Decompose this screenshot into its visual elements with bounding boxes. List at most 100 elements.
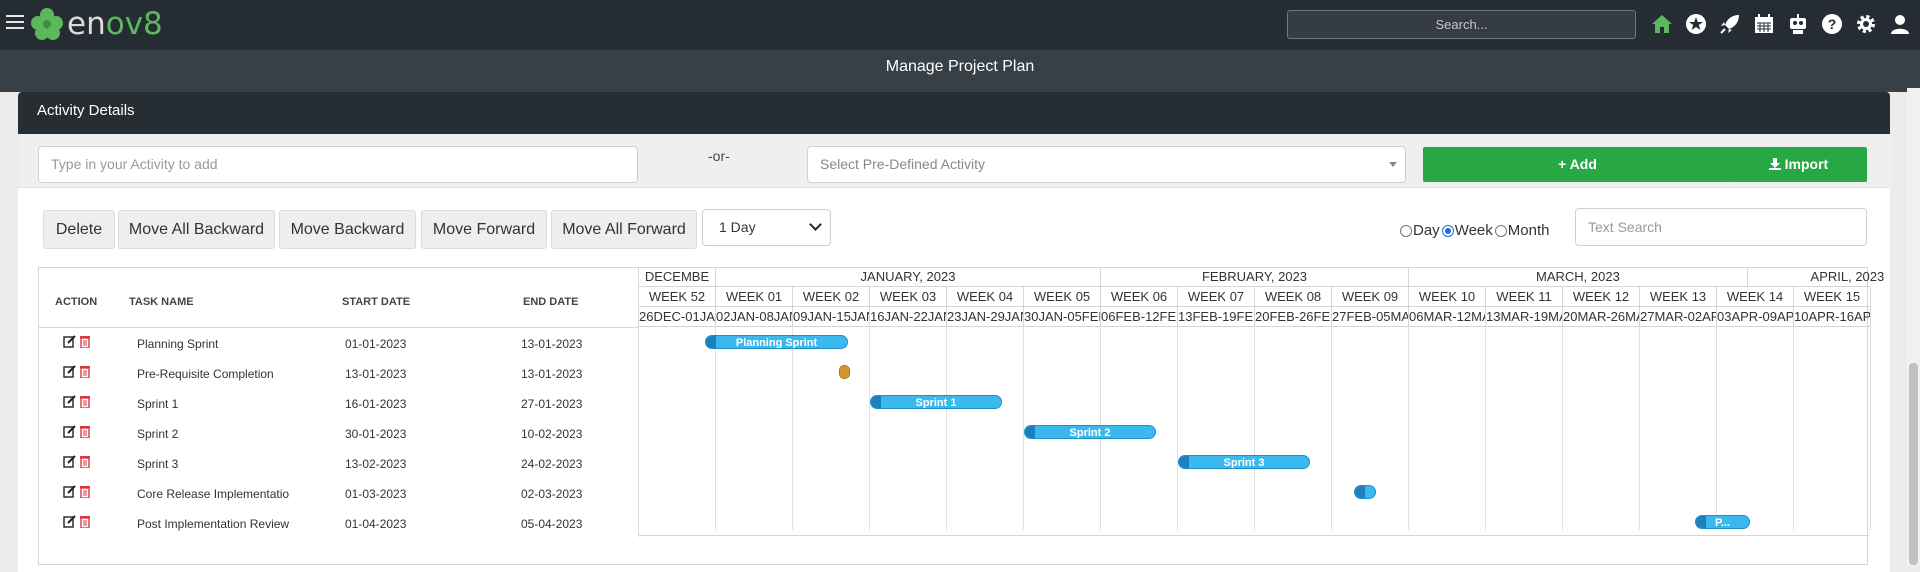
bar-progress (1696, 516, 1706, 528)
home-icon[interactable] (1650, 12, 1674, 36)
move-backward-button[interactable]: Move Backward (279, 210, 416, 249)
page-scrollbar[interactable] (1907, 88, 1920, 565)
table-row[interactable]: Pre-Requisite Completion 13-01-2023 13-01-… (38, 358, 637, 388)
table-row[interactable]: Sprint 3 13-02-2023 24-02-2023 (38, 448, 637, 478)
download-icon (1768, 158, 1781, 170)
start-date-cell: 01-04-2023 (345, 517, 407, 531)
gantt-task-bar[interactable]: Planning Sprint (705, 335, 848, 349)
date-range-header-cell: 26DEC-01JAN (639, 307, 716, 327)
scrollbar-thumb[interactable] (1909, 363, 1918, 565)
week-header-cell: WEEK 08 (1255, 287, 1332, 307)
rocket-icon[interactable] (1718, 12, 1742, 36)
calendar-icon[interactable] (1752, 12, 1776, 36)
date-range-header-cell: 03APR-09APR (1717, 307, 1794, 327)
edit-icon[interactable] (63, 425, 76, 438)
week-header-cell: WEEK 03 (870, 287, 947, 307)
edit-icon[interactable] (63, 485, 76, 498)
trash-icon[interactable] (79, 395, 91, 408)
predefined-activity-placeholder: Select Pre-Defined Activity (820, 156, 985, 172)
trash-icon[interactable] (79, 335, 91, 348)
edit-icon[interactable] (63, 455, 76, 468)
week-header-cell: WEEK 13 (1640, 287, 1717, 307)
move-all-forward-button[interactable]: Move All Forward (551, 210, 697, 249)
edit-icon[interactable] (63, 335, 76, 348)
step-select[interactable]: 1 Day (702, 209, 831, 246)
bar-label: Sprint 3 (1223, 457, 1265, 469)
table-row[interactable]: Planning Sprint 01-01-2023 13-01-2023 (38, 328, 637, 358)
date-range-header-cell: 06MAR-12MAR (1409, 307, 1486, 327)
help-icon[interactable]: ? (1820, 12, 1844, 36)
gantt-task-bar[interactable]: Sprint 1 (870, 395, 1002, 409)
week-gridline (1331, 327, 1332, 530)
task-name-cell: Pre-Requisite Completion (137, 367, 274, 381)
text-search-input[interactable]: Text Search (1575, 208, 1867, 246)
end-date-cell: 27-01-2023 (521, 397, 583, 411)
table-row[interactable]: Core Release Implementatio 01-03-2023 02-0… (38, 478, 637, 508)
trash-icon[interactable] (79, 455, 91, 468)
settings-icon[interactable] (1854, 12, 1878, 36)
end-date-cell: 24-02-2023 (521, 457, 583, 471)
import-button[interactable]: Import (1730, 147, 1867, 182)
panel-title: Activity Details (18, 92, 1890, 134)
table-row[interactable]: Sprint 2 30-01-2023 10-02-2023 (38, 418, 637, 448)
gantt-task-bar[interactable]: Sprint 2 (1024, 425, 1156, 439)
delete-button[interactable]: Delete (43, 210, 115, 249)
radio-day[interactable] (1400, 224, 1412, 237)
week-gridline (1793, 327, 1794, 530)
week-header-cell: WEEK 12 (1563, 287, 1640, 307)
week-header-cell: WEEK 06 (1101, 287, 1178, 307)
or-label: -or- (708, 148, 730, 164)
gantt-task-bar[interactable]: P... (1695, 515, 1750, 529)
radio-month[interactable] (1494, 224, 1507, 237)
star-icon[interactable] (1684, 12, 1708, 36)
start-date-cell: 16-01-2023 (345, 397, 407, 411)
predefined-activity-select[interactable]: Select Pre-Defined Activity (807, 146, 1406, 183)
global-search-input[interactable]: Search... (1287, 10, 1636, 39)
gantt-milestone[interactable] (839, 365, 851, 379)
month-header-row: DECEMBE JANUARY, 2023 FEBRUARY, 2023 MARCH,… (639, 267, 1884, 287)
week-header-cell: WEEK 04 (947, 287, 1024, 307)
week-gridline (946, 327, 947, 530)
task-name-cell: Sprint 1 (137, 397, 179, 411)
trash-icon[interactable] (79, 365, 91, 378)
month-header-cell: FEBRUARY, 2023 (1101, 267, 1409, 287)
gantt-task-bar[interactable] (1354, 485, 1376, 499)
trash-icon[interactable] (79, 515, 91, 528)
date-range-header-cell: 09JAN-15JAN (793, 307, 870, 327)
task-name-cell: Sprint 2 (137, 427, 179, 441)
clover-logo-icon (31, 8, 63, 40)
edit-icon[interactable] (63, 365, 76, 378)
add-activity-row: Type in your Activity to add -or- Select… (18, 134, 1890, 188)
table-row[interactable]: Post Implementation Review 01-04-2023 05-0… (38, 508, 637, 538)
month-header-cell: DECEMBE (639, 267, 716, 287)
bar-label: Planning Sprint (735, 337, 818, 349)
start-date-cell: 01-03-2023 (345, 487, 407, 501)
week-header-cell: WEEK 15 (1794, 287, 1871, 307)
start-date-cell: 13-01-2023 (345, 367, 407, 381)
user-icon[interactable] (1888, 12, 1912, 36)
add-button[interactable]: + Add (1423, 147, 1732, 182)
table-row[interactable]: Sprint 1 16-01-2023 27-01-2023 (38, 388, 637, 418)
move-all-backward-button[interactable]: Move All Backward (118, 210, 275, 249)
week-gridline (1408, 327, 1409, 530)
menu-icon[interactable] (6, 15, 24, 31)
bar-label: Sprint 1 (915, 397, 957, 409)
trash-icon[interactable] (79, 425, 91, 438)
radio-week[interactable] (1441, 224, 1454, 237)
week-header-cell: WEEK 01 (716, 287, 793, 307)
week-header-row: WEEK 52 WEEK 01 WEEK 02 WEEK 03 WEEK 04 WEEK … (639, 287, 1871, 307)
radio-week-label: Week (1454, 222, 1493, 239)
chevron-down-icon (809, 218, 822, 231)
page-title: Manage Project Plan (0, 50, 1920, 92)
edit-icon[interactable] (63, 395, 76, 408)
date-range-header-cell: 13MAR-19MAR (1486, 307, 1563, 327)
enov8-logo[interactable]: enov8 (30, 4, 163, 44)
edit-icon[interactable] (63, 515, 76, 528)
end-date-cell: 13-01-2023 (521, 337, 583, 351)
trash-icon[interactable] (79, 485, 91, 498)
date-range-header-cell: 30JAN-05FEB (1024, 307, 1101, 327)
move-forward-button[interactable]: Move Forward (421, 210, 547, 249)
robot-icon[interactable] (1786, 12, 1810, 36)
gantt-task-bar[interactable]: Sprint 3 (1178, 455, 1310, 469)
activity-input[interactable]: Type in your Activity to add (38, 146, 638, 183)
